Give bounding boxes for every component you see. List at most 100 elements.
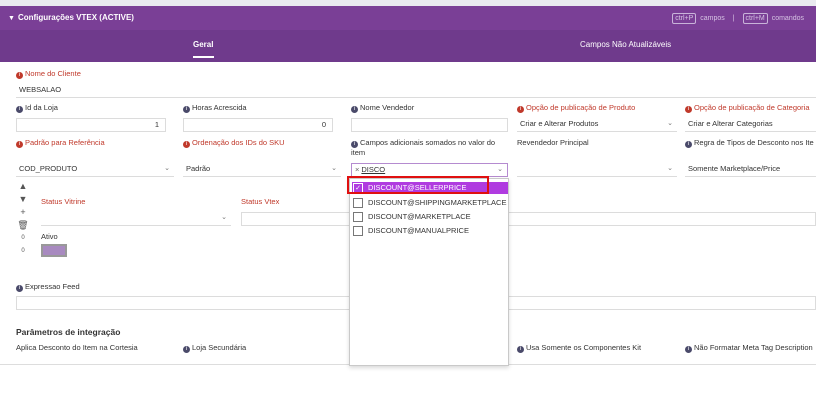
regra-tipos-desconto-label: i Regra de Tipos de Desconto nos Ite bbox=[685, 138, 814, 148]
shortcut-separator: | bbox=[732, 15, 735, 22]
chevron-down-icon[interactable]: ⌄ bbox=[667, 163, 673, 175]
dropdown-option-shippingmarketplace[interactable]: DISCOUNT@SHIPPINGMARKETPLACE bbox=[352, 197, 508, 209]
active-tab-indicator bbox=[193, 56, 214, 58]
info-icon: i bbox=[685, 106, 692, 113]
chevron-down-icon[interactable]: ⌄ bbox=[164, 163, 170, 175]
option-label: DISCOUNT@MARKETPLACE bbox=[368, 212, 471, 221]
info-icon: i bbox=[517, 106, 524, 113]
delete-row-icon[interactable]: 🗑 bbox=[17, 219, 29, 232]
padrao-referencia-label-text: Padrão para Referência bbox=[25, 138, 105, 147]
info-icon: i bbox=[517, 346, 524, 353]
info-icon: i bbox=[16, 285, 23, 292]
usa-somente-componentes-label: i Usa Somente os Componentes Kit bbox=[517, 343, 641, 353]
add-row-icon[interactable]: + bbox=[17, 206, 29, 219]
campos-adicionais-multiselect[interactable]: × DISCO ⌄ bbox=[351, 163, 508, 177]
chevron-down-icon[interactable]: ⌄ bbox=[497, 164, 503, 176]
info-icon: i bbox=[685, 141, 692, 148]
ordenacao-ids-sku-label-text: Ordenação dos IDs do SKU bbox=[192, 138, 285, 147]
expressao-feed-label: i Expressao Feed bbox=[16, 282, 80, 292]
info-icon: i bbox=[351, 106, 358, 113]
info-icon: i bbox=[183, 346, 190, 353]
checkbox-icon[interactable] bbox=[353, 212, 363, 222]
nome-cliente-input[interactable]: WEBSALAO bbox=[16, 84, 816, 98]
page: ▼ Configurações VTEX (ACTIVE) ctrl+P camp… bbox=[0, 0, 816, 403]
status-vtex-label: Status Vtex bbox=[241, 197, 280, 206]
status-vitrine-select[interactable]: ⌄ bbox=[41, 212, 231, 226]
nome-cliente-label: i Nome do Cliente bbox=[16, 69, 81, 79]
info-icon: i bbox=[16, 141, 23, 148]
row-action-buttons: ▲ ▼ + 🗑 0 0 bbox=[17, 180, 29, 258]
shortcut-campos-key: ctrl+P bbox=[672, 13, 697, 24]
opcao-pub-produto-label: i Opção de publicação de Produto bbox=[517, 103, 635, 113]
expressao-feed-label-text: Expressao Feed bbox=[25, 282, 80, 291]
tab-geral[interactable]: Geral bbox=[193, 40, 213, 49]
campos-adicionais-label: i Campos adicionais somados no valor do i… bbox=[351, 138, 509, 158]
regra-tipos-desconto-label-text: Regra de Tipos de Desconto nos Ite bbox=[694, 138, 814, 147]
opcao-pub-produto-select[interactable]: Criar e Alterar Produtos ⌄ bbox=[517, 118, 677, 132]
panel-title-text: Configurações VTEX (ACTIVE) bbox=[17, 13, 134, 22]
nome-cliente-label-text: Nome do Cliente bbox=[25, 69, 81, 78]
nome-vendedor-input[interactable] bbox=[351, 118, 508, 132]
chevron-down-icon[interactable]: ⌄ bbox=[331, 163, 337, 175]
revendedor-principal-label: Revendedor Principal bbox=[517, 138, 589, 147]
checkbox-icon[interactable] bbox=[353, 226, 363, 236]
status-vitrine-label: Status Vitrine bbox=[41, 197, 86, 206]
horas-acrescida-label-text: Horas Acrescida bbox=[192, 103, 247, 112]
dropdown-option-marketplace[interactable]: DISCOUNT@MARKETPLACE bbox=[352, 211, 508, 223]
option-label: DISCOUNT@SHIPPINGMARKETPLACE bbox=[368, 198, 507, 207]
info-icon: i bbox=[351, 141, 358, 148]
status-vtex-select[interactable] bbox=[241, 212, 349, 226]
info-icon: i bbox=[183, 106, 190, 113]
opcao-pub-categoria-label-text: Opção de publicação de Categoria bbox=[694, 103, 810, 112]
highlight-box bbox=[347, 176, 489, 194]
aplica-desconto-label: Aplica Desconto do Item na Cortesia bbox=[16, 343, 138, 352]
chevron-down-icon[interactable]: ⌄ bbox=[221, 212, 227, 224]
shortcut-hints: ctrl+P campos | ctrl+M comandos bbox=[672, 13, 804, 24]
info-icon: i bbox=[16, 72, 23, 79]
panel-title[interactable]: ▼ Configurações VTEX (ACTIVE) bbox=[8, 13, 134, 22]
shortcut-campos-label: campos bbox=[700, 15, 725, 22]
nao-formatar-meta-label: i Não Formatar Meta Tag Description bbox=[685, 343, 813, 353]
ordenacao-ids-sku-value: Padrão bbox=[186, 164, 211, 173]
move-up-icon[interactable]: ▲ bbox=[17, 180, 29, 193]
horas-acrescida-input[interactable]: 0 bbox=[183, 118, 333, 132]
row-counter-a: 0 bbox=[21, 235, 25, 241]
integration-section-title: Parâmetros de integração bbox=[16, 327, 121, 337]
info-icon: i bbox=[16, 106, 23, 113]
nome-vendedor-label-text: Nome Vendedor bbox=[360, 103, 415, 112]
ordenacao-ids-sku-label: i Ordenação dos IDs do SKU bbox=[183, 138, 285, 148]
opcao-pub-categoria-label: i Opção de publicação de Categoria bbox=[685, 103, 810, 113]
usa-somente-componentes-label-text: Usa Somente os Componentes Kit bbox=[526, 343, 642, 352]
option-label: DISCOUNT@MANUALPRICE bbox=[368, 226, 469, 235]
info-icon: i bbox=[685, 346, 692, 353]
shortcut-comandos-key: ctrl+M bbox=[742, 13, 768, 24]
id-loja-label: i Id da Loja bbox=[16, 103, 58, 113]
loja-secundaria-label: i Loja Secundária bbox=[183, 343, 246, 353]
collapse-caret-icon[interactable]: ▼ bbox=[8, 15, 15, 22]
revendedor-principal-select[interactable]: ⌄ bbox=[517, 163, 677, 177]
opcao-pub-produto-label-text: Opção de publicação de Produto bbox=[526, 103, 636, 112]
ativo-color-swatch[interactable] bbox=[41, 244, 67, 257]
panel-header[interactable]: ▼ Configurações VTEX (ACTIVE) ctrl+P camp… bbox=[0, 6, 816, 30]
checkbox-icon[interactable] bbox=[353, 198, 363, 208]
padrao-referencia-select[interactable]: COD_PRODUTO ⌄ bbox=[16, 163, 174, 177]
status-vtex-select-tail bbox=[509, 212, 816, 226]
tag-search-text[interactable]: DISCO bbox=[361, 165, 385, 174]
chevron-down-icon[interactable]: ⌄ bbox=[667, 118, 673, 130]
dropdown-option-manualprice[interactable]: DISCOUNT@MANUALPRICE bbox=[352, 225, 508, 237]
opcao-pub-categoria-select[interactable]: Criar e Alterar Categorias bbox=[685, 118, 816, 132]
id-loja-label-text: Id da Loja bbox=[25, 103, 58, 112]
padrao-referencia-value: COD_PRODUTO bbox=[19, 164, 78, 173]
ordenacao-ids-sku-select[interactable]: Padrão ⌄ bbox=[183, 163, 341, 177]
tab-campos-nao-atualizaveis[interactable]: Campos Não Atualizáveis bbox=[580, 40, 671, 49]
expressao-feed-input[interactable] bbox=[16, 296, 349, 310]
move-down-icon[interactable]: ▼ bbox=[17, 193, 29, 206]
ativo-label: Ativo bbox=[41, 232, 58, 241]
opcao-pub-produto-value: Criar e Alterar Produtos bbox=[520, 119, 599, 128]
regra-tipos-desconto-select[interactable]: Somente Marketplace/Price bbox=[685, 163, 816, 177]
tag-remove-icon[interactable]: × bbox=[355, 165, 359, 174]
nome-vendedor-label: i Nome Vendedor bbox=[351, 103, 414, 113]
id-loja-input[interactable]: 1 bbox=[16, 118, 166, 132]
horas-acrescida-label: i Horas Acrescida bbox=[183, 103, 247, 113]
campos-adicionais-dropdown: ✓ DISCOUNT@SELLERPRICE DISCOUNT@SHIPPINGM… bbox=[349, 178, 509, 366]
